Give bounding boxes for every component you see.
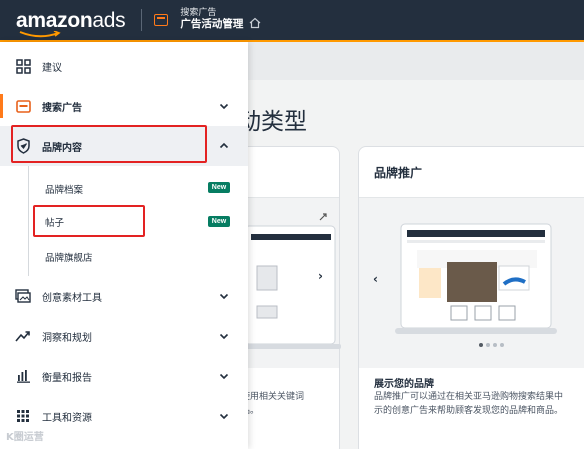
submenu-item-stores[interactable]: 品牌旗舰店 (45, 250, 93, 264)
expand-icon[interactable] (319, 213, 327, 221)
top-nav-bar: amazonads 搜索广告 广告活动管理 (0, 0, 584, 40)
ad-campaign-icon (14, 97, 32, 115)
sidebar-item-label: 建议 (42, 62, 62, 74)
breadcrumb-current: 广告活动管理 (180, 18, 244, 31)
home-icon[interactable] (249, 17, 261, 29)
sidebar-item-recommendations[interactable]: 建议 (0, 46, 248, 86)
highlight-brand-content (11, 125, 207, 163)
breadcrumb: 搜索广告 广告活动管理 (180, 8, 244, 31)
logo-text-light: ads (92, 8, 126, 32)
ad-type-card-sponsored-brands[interactable]: 品牌推广 ‹ 展示您的品牌 品牌推广可以通过在相关亚马逊购物搜索结果中 示的创意… (358, 146, 584, 449)
sidebar-item-label: 洞察和规划 (42, 332, 92, 344)
active-indicator (0, 94, 3, 118)
carousel-dot[interactable] (493, 343, 497, 347)
chevron-up-icon[interactable] (218, 140, 230, 152)
carousel-dot-active[interactable] (479, 343, 483, 347)
header-divider (141, 9, 143, 31)
laptop-illustration (395, 223, 557, 334)
card-subtitle: 展示您的品牌 (374, 379, 434, 390)
carousel-dots[interactable] (479, 343, 504, 347)
chevron-down-icon[interactable] (218, 410, 230, 422)
card-description: 品牌推广可以通过在相关亚马逊购物搜索结果中 示的创意广告来帮助顾客发现您的品牌和… (374, 391, 584, 419)
chevron-down-icon[interactable] (218, 100, 230, 112)
highlight-posts (33, 205, 145, 237)
carousel-prev-arrow[interactable]: ‹ (373, 272, 378, 286)
trend-icon (14, 327, 32, 345)
sidebar-item-label: 搜索广告 (42, 102, 82, 114)
smile-icon (19, 30, 61, 37)
grid-icon (14, 407, 32, 425)
card-desc-line: 品牌推广可以通过在相关亚马逊购物搜索结果中 (374, 392, 564, 402)
sidebar-item-label: 衡量和报告 (42, 372, 92, 384)
sidebar-item-insights-planning[interactable]: 洞察和规划 (0, 316, 248, 356)
sidebar-item-measurement-reporting[interactable]: 衡量和报告 (0, 356, 248, 396)
sidebar-item-label: 创意素材工具 (42, 292, 102, 304)
sidebar-item-sponsored-ads[interactable]: 搜索广告 (0, 86, 248, 126)
carousel-dot[interactable] (486, 343, 490, 347)
new-badge: New (208, 182, 230, 193)
new-badge: New (208, 216, 230, 227)
dashboard-icon (14, 57, 32, 75)
sidebar-nav: 建议 搜索广告 品牌内容 品牌档案 New 帖子 New 品牌旗舰店 创意素材工… (0, 42, 248, 449)
submenu-item-brand-profile[interactable]: 品牌档案 (45, 182, 83, 196)
chevron-down-icon[interactable] (218, 290, 230, 302)
chevron-down-icon[interactable] (218, 330, 230, 342)
chevron-down-icon[interactable] (218, 370, 230, 382)
logo-text-bold: amazon (16, 8, 93, 32)
sponsored-ads-icon (154, 14, 169, 26)
card-preview-image: ‹ (359, 198, 584, 368)
submenu-guide-line (28, 166, 29, 276)
card-title: 品牌推广 (374, 166, 423, 180)
card-desc-line: 示的创意广告来帮助顾客发现您的品牌和商品。 (374, 405, 564, 416)
carousel-dot[interactable] (500, 343, 504, 347)
carousel-next-arrow[interactable]: › (318, 269, 323, 283)
sidebar-item-creative-tools[interactable]: 创意素材工具 (0, 276, 248, 316)
bar-chart-icon (14, 367, 32, 385)
ad-type-heading: 动类型 (238, 109, 307, 135)
watermark: K圈运营 (6, 432, 44, 443)
sidebar-item-label: 工具和资源 (42, 412, 92, 424)
amazon-ads-logo[interactable]: amazonads (16, 8, 126, 37)
media-icon (14, 287, 32, 305)
